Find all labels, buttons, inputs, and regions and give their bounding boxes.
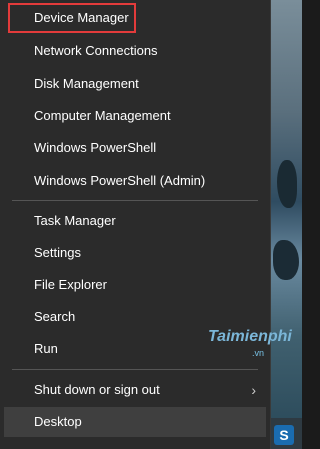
watermark-text: Taimienphi <box>208 328 292 345</box>
menu-item-settings[interactable]: Settings <box>4 238 266 268</box>
highlight-box <box>8 3 136 33</box>
menu-item-label: Task Manager <box>34 213 116 228</box>
watermark-logo: S <box>274 425 294 445</box>
menu-item-label: Disk Management <box>34 76 139 91</box>
menu-item-label: Desktop <box>34 414 82 429</box>
menu-item-label: Windows PowerShell <box>34 140 157 155</box>
menu-item-desktop[interactable]: Desktop <box>4 407 266 437</box>
wallpaper-figure <box>277 160 297 208</box>
menu-item-task-manager[interactable]: Task Manager <box>4 206 266 236</box>
menu-item-network-connections[interactable]: Network Connections <box>4 36 266 66</box>
menu-item-computer-management[interactable]: Computer Management <box>4 101 266 131</box>
menu-separator <box>12 200 258 201</box>
menu-item-label: Shut down or sign out <box>34 382 160 397</box>
menu-item-label: File Explorer <box>34 277 107 292</box>
menu-item-disk-management[interactable]: Disk Management <box>4 69 266 99</box>
menu-item-label: Search <box>34 309 76 324</box>
menu-item-label: Run <box>34 341 58 356</box>
watermark-suffix: .vn <box>252 348 265 358</box>
desktop-wallpaper <box>271 0 302 449</box>
menu-item-shut-down-or-sign-out[interactable]: Shut down or sign out › <box>4 375 266 405</box>
menu-item-file-explorer[interactable]: File Explorer <box>4 270 266 300</box>
menu-item-label: Computer Management <box>34 108 171 123</box>
menu-separator <box>12 369 258 370</box>
chevron-right-icon: › <box>251 382 256 398</box>
menu-item-label: Settings <box>34 245 81 260</box>
menu-item-windows-powershell-admin[interactable]: Windows PowerShell (Admin) <box>4 166 266 196</box>
winx-context-menu: Device Manager Network Connections Disk … <box>0 0 271 449</box>
menu-item-windows-powershell[interactable]: Windows PowerShell <box>4 133 266 163</box>
menu-item-label: Windows PowerShell (Admin) <box>34 173 206 188</box>
menu-item-label: Network Connections <box>34 43 158 58</box>
wallpaper-figure <box>273 240 299 280</box>
